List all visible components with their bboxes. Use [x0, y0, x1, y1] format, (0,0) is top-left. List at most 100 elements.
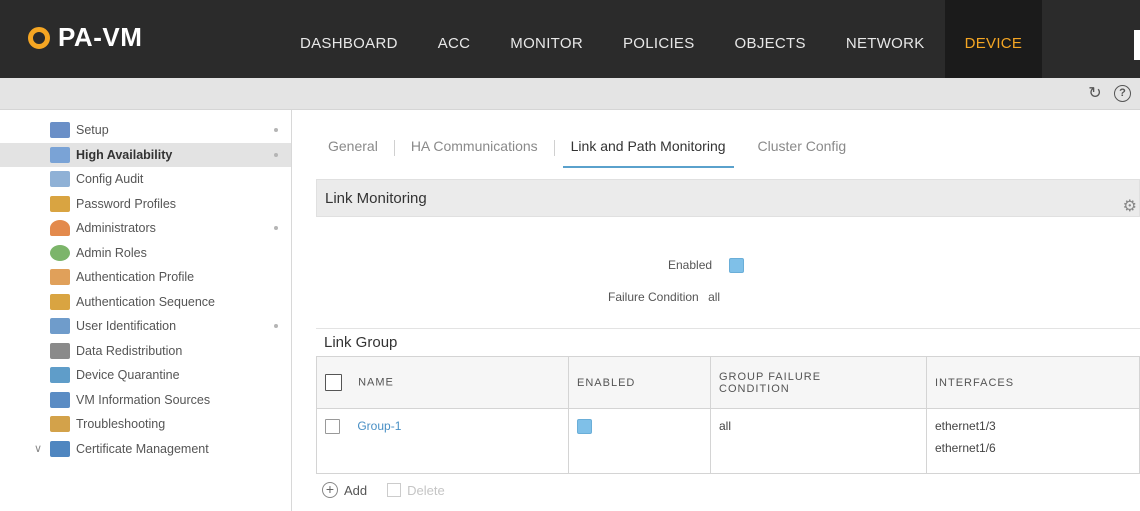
sidebar-item-label: Certificate Management: [76, 441, 209, 456]
sidebar-item-label: Administrators: [76, 221, 156, 236]
nav-acc[interactable]: ACC: [418, 0, 491, 78]
column-header-group-failure-condition[interactable]: GROUP FAILURE CONDITION: [710, 356, 927, 409]
sidebar-item-device-quarantine[interactable]: Device Quarantine: [0, 363, 291, 388]
interface-value: ethernet1/6: [935, 441, 996, 455]
setup-icon: [50, 122, 70, 139]
nav-network[interactable]: NETWORK: [826, 0, 945, 78]
sidebar-item-label: User Identification: [76, 319, 177, 334]
sidebar-item-authentication-sequence[interactable]: Authentication Sequence: [0, 290, 291, 315]
group-name-link[interactable]: Group-1: [357, 419, 401, 433]
delete-label: Delete: [407, 482, 445, 498]
table-row[interactable]: Group-1 all ethernet1/3 ethernet1/6: [316, 408, 1140, 474]
sidebar-item-authentication-profile[interactable]: Authentication Profile: [0, 265, 291, 290]
enabled-label: Enabled: [668, 258, 713, 272]
table-actions: + Add Delete: [322, 482, 445, 498]
name-cell: Group-1: [316, 408, 569, 474]
sidebar-item-password-profiles[interactable]: Password Profiles: [0, 192, 291, 217]
sidebar-item-administrators[interactable]: Administrators: [0, 216, 291, 241]
sidebar-item-certificate-management[interactable]: ∨ Certificate Management: [0, 437, 291, 462]
sidebar-item-label: Authentication Sequence: [76, 294, 215, 309]
sidebar-dot: [274, 128, 278, 132]
data-redistribution-icon: [50, 342, 70, 359]
chevron-down-icon[interactable]: ∨: [34, 442, 42, 455]
column-header-enabled[interactable]: ENABLED: [568, 356, 711, 409]
device-quarantine-icon: [50, 367, 70, 384]
main-nav: DASHBOARD ACC MONITOR POLICIES OBJECTS N…: [280, 0, 1043, 78]
tab-cluster-config[interactable]: Cluster Config: [742, 132, 863, 172]
link-monitoring-header: Link Monitoring ⚙: [316, 179, 1140, 217]
sidebar-item-label: Password Profiles: [76, 196, 177, 211]
brand-name: PA-VM: [58, 22, 143, 52]
tab-link-and-path-monitoring[interactable]: Link and Path Monitoring: [555, 132, 742, 172]
sidebar-item-user-identification[interactable]: User Identification: [0, 314, 291, 339]
header-edge: [1134, 30, 1140, 60]
failure-condition-value: all: [708, 290, 721, 304]
delete-button[interactable]: Delete: [367, 483, 445, 498]
add-icon: +: [322, 482, 338, 498]
sidebar-item-config-audit[interactable]: Config Audit: [0, 167, 291, 192]
nav-objects[interactable]: OBJECTS: [715, 0, 826, 78]
tab-ha-communications[interactable]: HA Communications: [395, 132, 554, 172]
condition-cell: all: [710, 408, 927, 474]
gear-icon[interactable]: ⚙: [1123, 188, 1137, 226]
nav-monitor[interactable]: MONITOR: [490, 0, 603, 78]
sidebar-item-label: Config Audit: [76, 172, 144, 187]
nav-policies[interactable]: POLICIES: [603, 0, 715, 78]
user-identification-icon: [50, 318, 70, 335]
sidebar-item-admin-roles[interactable]: Admin Roles: [0, 241, 291, 266]
sidebar-item-high-availability[interactable]: High Availability: [0, 142, 291, 167]
select-all-checkbox[interactable]: [325, 374, 342, 391]
brand: PA-VM: [28, 22, 142, 53]
column-header-interfaces[interactable]: INTERFACES: [926, 356, 1140, 409]
main-content: General HA Communications Link and Path …: [312, 110, 1140, 511]
tab-general[interactable]: General: [312, 132, 394, 172]
sidebar-item-label: High Availability: [76, 147, 173, 162]
section-title: Link Group: [324, 334, 398, 351]
logo-icon: [28, 26, 50, 49]
config-audit-icon: [50, 171, 70, 188]
sidebar-item-setup[interactable]: Setup: [0, 118, 291, 143]
sidebar-dot: [274, 324, 278, 328]
high-availability-icon: [50, 146, 70, 163]
nav-dashboard[interactable]: DASHBOARD: [280, 0, 418, 78]
ha-tabs: General HA Communications Link and Path …: [312, 132, 862, 172]
link-group-header: Link Group: [316, 328, 1140, 356]
enabled-checkbox: [729, 258, 745, 274]
top-header: PA-VM DASHBOARD ACC MONITOR POLICIES OBJ…: [0, 0, 1140, 78]
sidebar-item-data-redistribution[interactable]: Data Redistribution: [0, 339, 291, 364]
sidebar-item-label: Troubleshooting: [76, 417, 166, 432]
certificate-management-icon: [50, 440, 70, 457]
admin-roles-icon: [50, 244, 70, 261]
row-enabled-checkbox: [577, 419, 592, 435]
sidebar-item-label: Device Quarantine: [76, 368, 180, 383]
section-title: Link Monitoring: [325, 190, 427, 207]
sidebar-item-label: Authentication Profile: [76, 270, 195, 285]
sidebar-item-label: Admin Roles: [76, 245, 147, 260]
failure-condition-row: Failure Condition all: [608, 290, 720, 304]
device-sidebar: Setup High Availability Config Audit Pas…: [0, 110, 292, 511]
authentication-profile-icon: [50, 269, 70, 286]
enabled-row: Enabled: [668, 258, 745, 274]
password-profiles-icon: [50, 195, 70, 212]
enabled-cell: [568, 408, 711, 474]
sidebar-item-troubleshooting[interactable]: Troubleshooting: [0, 412, 291, 437]
sub-toolbar: ↻ ?: [0, 78, 1140, 110]
refresh-icon[interactable]: ↻: [1086, 85, 1104, 103]
delete-icon: [387, 483, 402, 497]
help-icon[interactable]: ?: [1114, 85, 1131, 102]
add-label: Add: [344, 482, 368, 498]
link-group-table: NAME ENABLED GROUP FAILURE CONDITION INT…: [316, 356, 1140, 474]
sidebar-item-label: Data Redistribution: [76, 343, 183, 358]
column-label: NAME: [358, 376, 394, 389]
sidebar-item-label: Setup: [76, 123, 109, 138]
row-checkbox[interactable]: [325, 419, 340, 435]
nav-device[interactable]: DEVICE: [944, 0, 1043, 78]
sidebar-item-label: VM Information Sources: [76, 392, 211, 407]
troubleshooting-icon: [50, 416, 70, 433]
sidebar-item-vm-information-sources[interactable]: VM Information Sources: [0, 388, 291, 413]
sidebar-dot: [274, 152, 278, 157]
administrators-icon: [50, 220, 70, 237]
interfaces-cell: ethernet1/3 ethernet1/6: [926, 408, 1140, 474]
add-button[interactable]: + Add: [322, 482, 367, 498]
column-header-name[interactable]: NAME: [316, 356, 569, 409]
